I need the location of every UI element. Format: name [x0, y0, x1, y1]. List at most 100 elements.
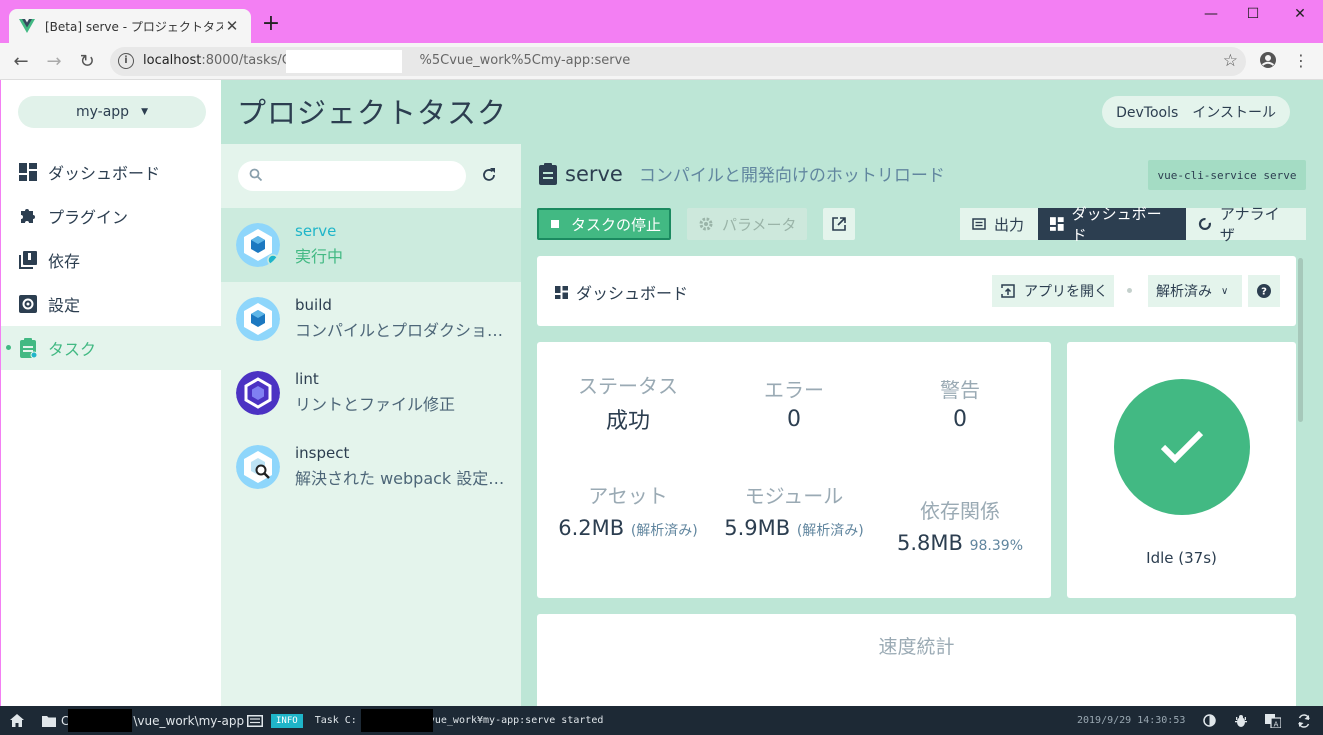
checkmark-icon: [1160, 430, 1204, 464]
close-icon[interactable]: ✕: [223, 17, 241, 35]
library-icon: [18, 250, 38, 270]
refresh-icon[interactable]: [481, 167, 497, 183]
donut-chart-icon: [1198, 217, 1211, 231]
caret-down-icon: ▼: [141, 107, 148, 117]
parameters-button[interactable]: パラメータ: [687, 208, 807, 240]
tab-analyzer[interactable]: アナライザ: [1186, 205, 1306, 244]
info-icon[interactable]: i: [118, 53, 134, 69]
status-bar: C \vue_work\my-app INFO Task C: vue_work…: [0, 706, 1323, 735]
dashboard-icon: [555, 285, 568, 299]
stat-warnings: 警告 0: [940, 378, 980, 432]
help-icon: ?: [1257, 284, 1271, 298]
task-item-serve[interactable]: serve 実行中: [221, 208, 521, 282]
task-item-build[interactable]: build コンパイルとプロダクション用の最小化: [221, 282, 521, 356]
active-indicator: [6, 345, 11, 350]
speed-stats-card: 速度統計: [537, 614, 1296, 706]
task-title: serve: [565, 161, 623, 186]
minimize-icon[interactable]: —: [1196, 6, 1226, 22]
terminal-icon: [972, 218, 986, 230]
tab-dashboard[interactable]: ダッシュボード: [1038, 205, 1186, 244]
gear-icon: [18, 294, 38, 314]
svg-text:?: ?: [1261, 287, 1267, 298]
menu-dots-icon[interactable]: ⋮: [1290, 51, 1312, 70]
search-icon: [249, 168, 263, 182]
sidebar-item-settings[interactable]: 設定: [1, 282, 222, 326]
webpack-icon: [236, 297, 280, 341]
task-item-inspect[interactable]: inspect 解決された webpack 設定を検査: [221, 430, 521, 504]
command-chip: vue-cli-service serve: [1148, 160, 1306, 190]
address-bar: ← → ↻ i localhost:8000/tasks/C:% %5Cvue_w…: [0, 43, 1323, 80]
tab-output[interactable]: 出力: [960, 208, 1038, 240]
task-header: serve コンパイルと開発向けのホットリロード: [538, 161, 945, 186]
page-title: プロジェクトタスク: [237, 96, 508, 130]
window-close-icon[interactable]: ✕: [1285, 6, 1315, 22]
devtools-install-button[interactable]: DevTools インストール: [1102, 96, 1290, 128]
gear-icon: [699, 217, 713, 231]
webpack-icon: [236, 223, 280, 267]
browser-titlebar: [Beta] serve - プロジェクトタスク - Vue ✕ + — ☐ ✕: [0, 0, 1323, 43]
dashboard-icon: [18, 162, 38, 182]
task-subtitle: コンパイルと開発向けのホットリロード: [638, 166, 945, 186]
stat-modules: モジュール 5.9MB (解析済み): [724, 484, 864, 540]
account-icon[interactable]: [1257, 51, 1279, 73]
url-input[interactable]: i localhost:8000/tasks/C:% %5Cvue_work%5C…: [110, 47, 1246, 76]
bug-icon[interactable]: [1234, 706, 1248, 735]
task-item-lint[interactable]: lint リントとファイル修正: [221, 356, 521, 430]
browser-tab[interactable]: [Beta] serve - プロジェクトタスク - Vue ✕: [9, 9, 251, 43]
stat-dependencies: 依存関係 5.8MB 98.39%: [896, 499, 1023, 555]
clipboard-icon: [18, 338, 38, 358]
stop-icon: [551, 220, 559, 228]
redacted-region: [286, 50, 402, 73]
clipboard-icon: [539, 162, 557, 185]
task-list: serve 実行中 build コンパイルとプロダクション用の最小化 lint …: [221, 144, 521, 706]
reload-icon[interactable]: ↻: [76, 51, 98, 73]
dashboard-toolbar-card: ダッシュボード アプリを開く 解析済み ∨ ?: [537, 256, 1296, 326]
scrollbar[interactable]: [1298, 258, 1303, 422]
open-external-button[interactable]: [823, 208, 855, 240]
vue-logo-icon: [19, 19, 35, 33]
stat-assets: アセット 6.2MB (解析済み): [558, 484, 698, 540]
open-in-app-icon: [1001, 284, 1015, 298]
stat-status: ステータス 成功: [578, 374, 678, 434]
task-detail: serve コンパイルと開発向けのホットリロード vue-cli-service…: [521, 144, 1323, 706]
folder-icon: [42, 715, 56, 727]
star-icon[interactable]: ☆: [1223, 51, 1238, 71]
stat-errors: エラー 0: [764, 378, 824, 432]
dashboard-icon: [1050, 217, 1064, 231]
sidebar-item-plugins[interactable]: プラグイン: [1, 194, 222, 238]
redacted-region: [68, 709, 132, 732]
sync-icon[interactable]: [1297, 706, 1311, 735]
help-button[interactable]: ?: [1248, 275, 1280, 307]
sidebar-item-dependencies[interactable]: 依存: [1, 238, 222, 282]
svg-text:A: A: [1274, 720, 1279, 728]
tab-title: [Beta] serve - プロジェクトタスク - Vue: [45, 19, 223, 34]
sidebar-item-dashboard[interactable]: ダッシュボード: [1, 150, 222, 194]
maximize-icon[interactable]: ☐: [1238, 6, 1268, 22]
build-status-card: Idle (37s): [1067, 342, 1296, 598]
sidebar-item-tasks[interactable]: タスク: [1, 326, 222, 370]
dark-mode-icon[interactable]: [1203, 706, 1216, 735]
translate-icon[interactable]: A: [1265, 706, 1281, 735]
open-app-button[interactable]: アプリを開く: [992, 275, 1114, 307]
log-icon: [247, 714, 263, 727]
search-input[interactable]: [238, 161, 466, 191]
eslint-icon: [236, 371, 280, 415]
back-arrow-icon[interactable]: ←: [10, 51, 32, 73]
analyzed-dropdown[interactable]: 解析済み ∨: [1148, 275, 1242, 307]
success-status: [1114, 379, 1250, 515]
page-header: プロジェクトタスク DevTools インストール: [221, 80, 1323, 144]
chevron-down-icon: ∨: [1221, 285, 1229, 297]
external-link-icon: [832, 217, 846, 231]
stop-task-button[interactable]: タスクの停止: [537, 208, 671, 240]
redacted-region: [361, 709, 433, 732]
home-icon[interactable]: [10, 706, 24, 735]
project-selector[interactable]: my-app ▼: [18, 96, 206, 128]
sidebar: my-app ▼ ダッシュボード プラグイン 依存 設定 タスク: [0, 80, 222, 706]
new-tab-button[interactable]: +: [261, 13, 281, 35]
forward-arrow-icon[interactable]: →: [43, 51, 65, 73]
webpack-inspect-icon: [236, 445, 280, 489]
timestamp: 2019/9/29 14:30:53: [1077, 715, 1186, 726]
dashboard-title: ダッシュボード: [555, 280, 688, 304]
puzzle-icon: [18, 206, 38, 226]
idle-time: Idle (37s): [1146, 549, 1217, 567]
